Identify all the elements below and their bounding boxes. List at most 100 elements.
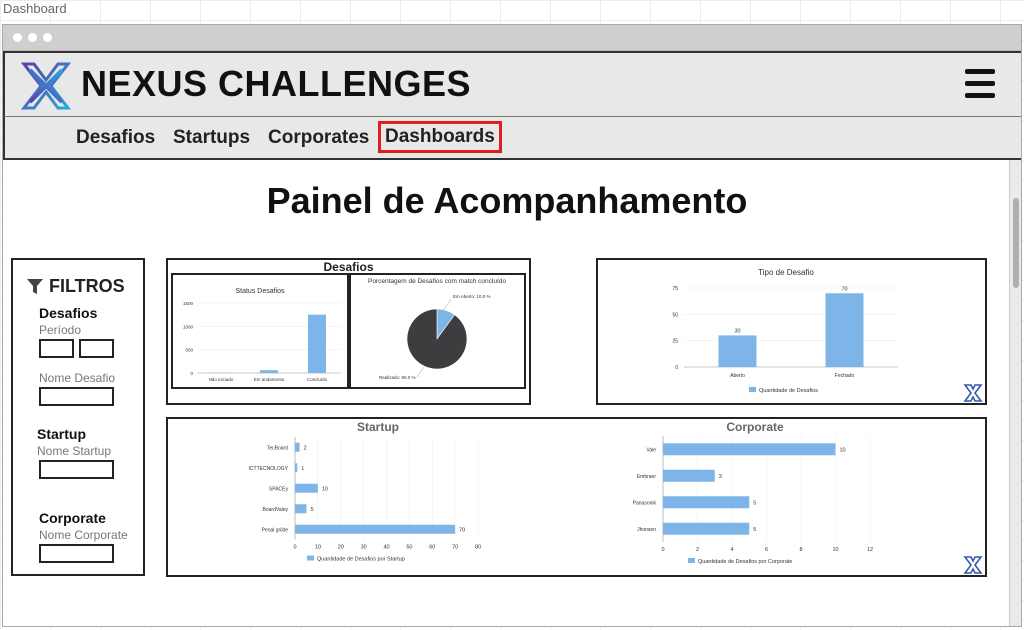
- data-label: 5: [753, 527, 756, 533]
- tipo-desafio-panel: Tipo de Desafio 0 25 50 75 30 Aberto 70 Fechado Q…: [596, 258, 987, 405]
- x-tick-label: 0: [661, 547, 664, 553]
- bar: [825, 293, 864, 367]
- bar: [663, 469, 715, 482]
- y-tick-label: Panasonik: [633, 500, 657, 506]
- x-tick-label: 0: [293, 545, 296, 551]
- window-dot-icon[interactable]: [43, 33, 52, 42]
- startup-name-input[interactable]: [39, 460, 114, 479]
- desafios-panel: Desafios Status Desafios 0 500 1000 1500 Não …: [166, 258, 531, 405]
- filter-corporate-heading: Corporate: [39, 510, 106, 526]
- y-tick-label: ICTTECNOLOGY: [249, 466, 289, 472]
- chart-title: Status Desafios: [235, 288, 285, 295]
- data-label: 30: [734, 328, 740, 334]
- x-tick-label: Concluído: [307, 377, 328, 382]
- x-tick-label: 12: [867, 547, 873, 553]
- app-header: NEXUS CHALLENGES: [3, 51, 1021, 117]
- x-tick-label: 80: [475, 545, 481, 551]
- legend-swatch: [749, 387, 756, 392]
- y-tick-label: 1500: [183, 301, 194, 306]
- corporate-bar-chart: 0 2 4 6 8 10 12 10 Vale 3 Embraer 5 Panasonik 5 Jhonse…: [633, 436, 873, 565]
- filter-desafio-name-label: Nome Desafio: [39, 371, 116, 385]
- y-tick-label: 1000: [183, 324, 194, 329]
- y-tick-label: 75: [672, 286, 678, 292]
- bar: [663, 522, 750, 535]
- x-tick-label: Em andamento: [254, 377, 285, 382]
- bar: [295, 524, 456, 534]
- nav-item-corporates[interactable]: Corporates: [268, 127, 369, 149]
- data-label: 2: [304, 445, 307, 451]
- bar: [718, 335, 757, 367]
- main-content: Painel de Acompanhamento FILTROS Desafio…: [3, 160, 1011, 626]
- match-pie-chart: Porcentagem de Desafios com match conclu…: [368, 278, 506, 380]
- x-tick-label: 2: [696, 547, 699, 553]
- data-label: 5: [310, 507, 313, 513]
- page-title: Painel de Acompanhamento: [266, 180, 748, 221]
- startup-corporate-panel: Startup Corporate 0 10 20 30 40 50 60 70 80 2 TecB…: [166, 417, 987, 577]
- x-tick-label: 60: [429, 545, 435, 551]
- chart-title: Tipo de Desafio: [758, 268, 814, 277]
- tipo-desafio-chart: Tipo de Desafio 0 25 50 75 30 Aberto 70 Fechado Q…: [672, 268, 898, 394]
- pie-label: Realizado: 90.0 %: [379, 375, 416, 380]
- y-tick-label: SPACEy: [269, 486, 289, 492]
- bar: [663, 496, 750, 509]
- pie-leader-line: [416, 366, 425, 378]
- desafios-panel-title: Desafios: [323, 260, 374, 274]
- chart-title: Porcentagem de Desafios com match conclu…: [368, 278, 506, 285]
- y-tick-label: Jhonsen: [637, 527, 656, 533]
- y-tick-label: TecBoard: [267, 445, 288, 451]
- x-tick-label: 50: [406, 545, 412, 551]
- data-label: 3: [719, 474, 722, 480]
- period-end-input[interactable]: [79, 339, 114, 358]
- bar: [295, 442, 300, 452]
- pie-slice: [406, 308, 468, 370]
- nav-item-desafios[interactable]: Desafios: [76, 127, 155, 149]
- filter-startup-heading: Startup: [37, 426, 86, 442]
- data-label: 1: [301, 466, 304, 472]
- y-tick-label: 25: [672, 339, 678, 345]
- menu-icon[interactable]: [965, 69, 995, 101]
- x-tick-label: Fechado: [835, 373, 855, 379]
- bar: [260, 370, 278, 373]
- window-titlebar: [3, 25, 1021, 51]
- y-tick-label: 0: [675, 365, 678, 371]
- data-label: 10: [322, 486, 328, 492]
- corporate-name-input[interactable]: [39, 544, 114, 563]
- window-dot-icon[interactable]: [28, 33, 37, 42]
- bar: [308, 314, 326, 373]
- x-tick-label: Não iniciado: [209, 377, 234, 382]
- scrollbar-thumb[interactable]: [1013, 198, 1019, 288]
- nav-item-startups[interactable]: Startups: [173, 127, 250, 149]
- x-tick-label: 20: [338, 545, 344, 551]
- x-tick-label: 30: [361, 545, 367, 551]
- data-label: 70: [459, 527, 465, 533]
- y-tick-label: Penal grilde: [262, 527, 289, 533]
- vertical-scrollbar[interactable]: [1009, 160, 1021, 626]
- legend-label: Quantidade de Desafios: [759, 388, 818, 394]
- x-tick-label: 10: [315, 545, 321, 551]
- data-label: 5: [753, 500, 756, 506]
- legend-label: Quantidade de Desafios por Startup: [317, 557, 405, 563]
- window-dot-icon[interactable]: [13, 33, 22, 42]
- page-label: Dashboard: [3, 1, 67, 16]
- x-tick-label: Aberto: [730, 373, 745, 379]
- nexus-logo-icon: [21, 62, 71, 110]
- period-start-input[interactable]: [39, 339, 74, 358]
- y-tick-label: Embraer: [637, 474, 657, 480]
- x-tick-label: 10: [832, 547, 838, 553]
- y-tick-label: 500: [185, 348, 193, 353]
- main-nav: Desafios Startups Corporates Dashboards: [3, 117, 1021, 160]
- y-tick-label: 50: [672, 312, 678, 318]
- bar: [295, 504, 307, 514]
- bar: [295, 463, 298, 473]
- x-tick-label: 40: [383, 545, 389, 551]
- filter-startup-name-label: Nome Startup: [37, 444, 112, 458]
- filter-desafios-heading: Desafios: [39, 305, 98, 321]
- filter-icon: [27, 279, 43, 294]
- filters-title: FILTROS: [49, 276, 125, 296]
- nexus-mini-logo-icon: [963, 384, 983, 402]
- startup-bar-chart: 0 10 20 30 40 50 60 70 80 2 TecBoard 1 ICTTECNOLOGY 1…: [249, 437, 481, 563]
- desafio-name-input[interactable]: [39, 387, 114, 406]
- legend-swatch: [307, 555, 314, 561]
- pie-leader-line: [442, 298, 452, 312]
- nav-item-dashboards[interactable]: Dashboards: [378, 121, 502, 153]
